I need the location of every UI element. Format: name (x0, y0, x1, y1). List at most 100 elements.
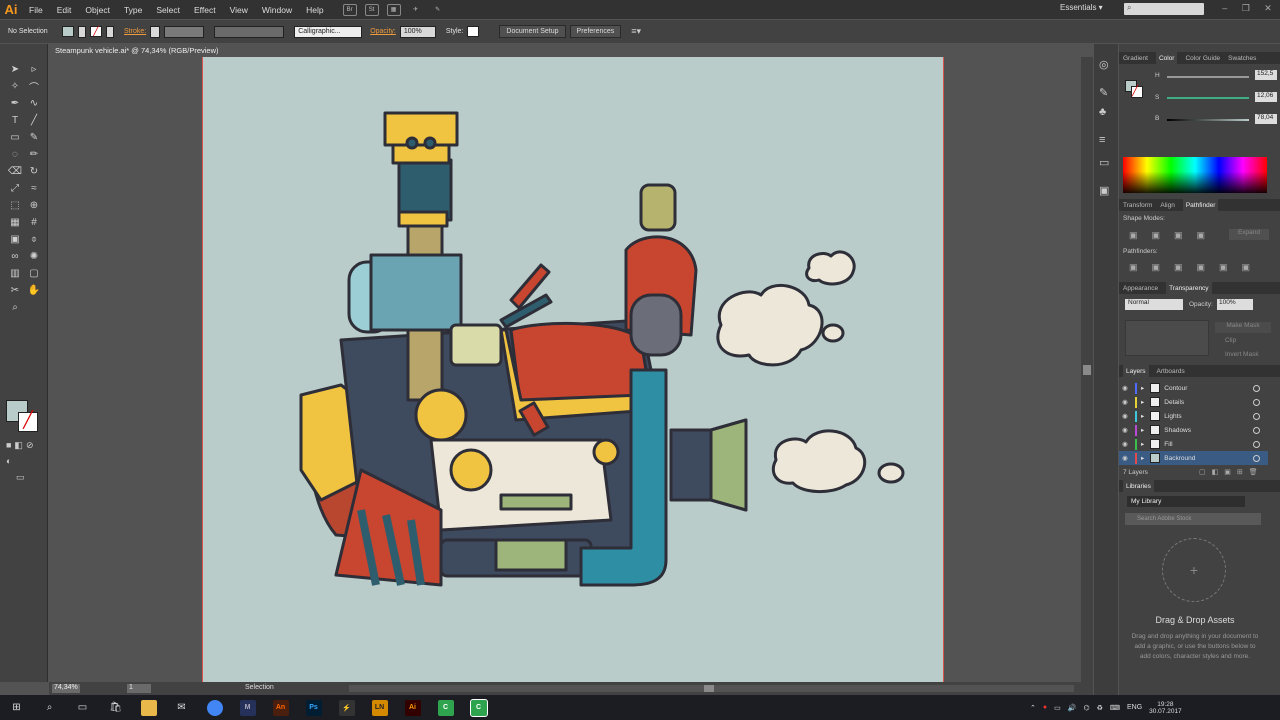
scale-tool-icon[interactable]: ⤢ (7, 181, 23, 195)
animate-icon[interactable]: An (264, 695, 297, 720)
search-icon[interactable]: ⌕ (33, 695, 66, 720)
photoshop-icon[interactable]: Ps (297, 695, 330, 720)
stroke-dropdown[interactable] (106, 25, 114, 38)
menu-file[interactable]: File (22, 5, 50, 15)
minimize-icon[interactable]: – (1222, 3, 1227, 16)
target-icon[interactable] (1253, 454, 1260, 462)
illustrator-icon[interactable]: Ai (396, 695, 429, 720)
document-setup-button[interactable]: Document Setup (499, 25, 566, 38)
tab-swatches[interactable]: Swatches (1228, 55, 1256, 62)
target-icon[interactable] (1253, 426, 1260, 434)
saturation-slider[interactable] (1167, 97, 1249, 99)
brightness-slider[interactable] (1167, 119, 1249, 121)
chrome-icon[interactable] (198, 695, 231, 720)
stroke-label[interactable]: Stroke: (124, 28, 146, 35)
stock-button[interactable]: St (364, 3, 379, 16)
shape-builder-tool-icon[interactable]: ⊕ (26, 198, 42, 212)
camtasia-recorder-icon[interactable]: C (462, 695, 495, 720)
menu-edit[interactable]: Edit (50, 5, 79, 15)
bridge-button[interactable]: Br (342, 3, 357, 16)
type-tool-icon[interactable]: T (7, 113, 23, 127)
tab-color-guide[interactable]: Color Guide (1185, 55, 1220, 62)
start-icon[interactable]: ⊞ (0, 695, 33, 720)
layer-row[interactable]: ◉ ▸ Details (1119, 395, 1268, 409)
vertical-scroll-thumb[interactable] (1083, 365, 1091, 375)
drawing-mode-icon[interactable]: ◐ (6, 456, 11, 466)
tab-pathfinder[interactable]: Pathfinder (1182, 199, 1219, 211)
explorer-icon[interactable] (132, 695, 165, 720)
menu-effect[interactable]: Effect (187, 5, 223, 15)
opacity-field[interactable]: 100% (399, 25, 436, 38)
visibility-eye-icon[interactable]: ◉ (1119, 384, 1131, 392)
eraser-tool-icon[interactable]: ⌫ (7, 164, 23, 178)
store-icon[interactable]: 🛍 (99, 695, 132, 720)
graphic-styles-icon[interactable]: ▣ (1099, 184, 1109, 197)
shaper-tool-icon[interactable]: ◌ (7, 147, 23, 161)
keyboard-icon[interactable]: ⌨ (1110, 704, 1120, 712)
tab-appearance[interactable]: Appearance (1123, 285, 1158, 292)
symbols-icon[interactable]: ♣ (1099, 106, 1106, 118)
stock-search-input[interactable]: Search Adobe Stock (1125, 513, 1261, 525)
network-icon[interactable]: ⌬ (1083, 704, 1089, 712)
rectangle-tool-icon[interactable]: ▭ (7, 130, 23, 144)
screen-mode-icon[interactable]: ▭ (16, 472, 25, 483)
column-graph-tool-icon[interactable]: ▥ (7, 266, 23, 280)
layer-row[interactable]: ◉ ▸ Fill (1119, 437, 1268, 451)
artboard-tool-icon[interactable]: ▢ (26, 266, 42, 280)
clip-checkbox[interactable]: Clip (1225, 337, 1236, 344)
target-icon[interactable] (1253, 412, 1260, 420)
rotate-tool-icon[interactable]: ↻ (26, 164, 42, 178)
horizontal-scroll-thumb[interactable] (704, 685, 714, 692)
visibility-eye-icon[interactable]: ◉ (1119, 440, 1131, 448)
app-icon[interactable]: ⚡ (330, 695, 363, 720)
mesh-tool-icon[interactable]: # (26, 215, 42, 229)
fill-dropdown[interactable] (78, 25, 86, 38)
opacity-label[interactable]: Opacity: (370, 28, 396, 35)
workspace-switcher[interactable]: Essentials ▾ (1060, 3, 1114, 16)
visibility-eye-icon[interactable]: ◉ (1119, 398, 1131, 406)
saturation-field[interactable]: 12,06 (1255, 92, 1277, 102)
hue-slider[interactable] (1167, 76, 1249, 78)
maximize-icon[interactable]: ❐ (1242, 3, 1250, 16)
muse-icon[interactable]: M (231, 695, 264, 720)
vertical-scrollbar[interactable] (1081, 57, 1093, 682)
pen-tool-icon[interactable]: ✒ (7, 96, 23, 110)
zoom-field[interactable]: 74,34% (52, 684, 80, 693)
stroke-color-box[interactable]: ╱ (18, 412, 38, 432)
gpu-icon[interactable]: ✈ (409, 4, 423, 16)
tab-artboards[interactable]: Artboards (1157, 368, 1185, 375)
expand-button[interactable]: Expand (1229, 229, 1269, 240)
perspective-grid-tool-icon[interactable]: ▦ (7, 215, 23, 229)
panel-menu-icon[interactable]: ≡▾ (631, 26, 641, 37)
transparency-opacity-field[interactable]: 100% (1217, 299, 1253, 310)
color-mode-icons[interactable]: ■◧⊘ (6, 440, 36, 451)
stroke-swatch[interactable]: ╱ (90, 26, 102, 37)
lightning-app-icon[interactable]: LN (363, 695, 396, 720)
help-search-input[interactable]: ⌕ (1124, 3, 1204, 15)
free-transform-tool-icon[interactable]: ⬚ (7, 198, 23, 212)
brightness-field[interactable]: 78,04 (1255, 114, 1277, 124)
magic-wand-tool-icon[interactable]: ✧ (7, 79, 23, 93)
symbol-sprayer-tool-icon[interactable]: ✺ (26, 249, 42, 263)
stroke-weight-field[interactable] (164, 25, 205, 38)
menu-select[interactable]: Select (149, 5, 187, 15)
direct-selection-tool-icon[interactable]: ▹ (26, 62, 42, 76)
visibility-eye-icon[interactable]: ◉ (1119, 426, 1131, 434)
current-tool-label[interactable]: Selection (245, 684, 274, 691)
arrange-documents-icon[interactable]: ▦ (386, 3, 401, 16)
tab-libraries[interactable]: Libraries (1123, 480, 1154, 492)
layer-row-selected[interactable]: ◉ ▸ Backround (1119, 451, 1268, 465)
hand-tool-icon[interactable]: ✋ (26, 283, 42, 297)
slice-tool-icon[interactable]: ✂ (7, 283, 23, 297)
layer-actions[interactable]: ▢◧▣⊞🗑 (1199, 468, 1264, 476)
line-segment-tool-icon[interactable]: ╱ (26, 113, 42, 127)
gradient-panel-icon[interactable]: ▭ (1099, 156, 1109, 169)
library-select[interactable]: My Library (1127, 496, 1245, 507)
document-tab[interactable]: Steampunk vehicle.ai* @ 74,34% (RGB/Prev… (50, 44, 230, 57)
artboard-number-field[interactable]: 1 (127, 684, 151, 693)
language-indicator[interactable]: ENG (1127, 704, 1142, 711)
target-icon[interactable] (1253, 384, 1260, 392)
target-icon[interactable] (1253, 440, 1260, 448)
artboard[interactable] (202, 57, 944, 682)
make-mask-button[interactable]: Make Mask (1215, 322, 1271, 333)
